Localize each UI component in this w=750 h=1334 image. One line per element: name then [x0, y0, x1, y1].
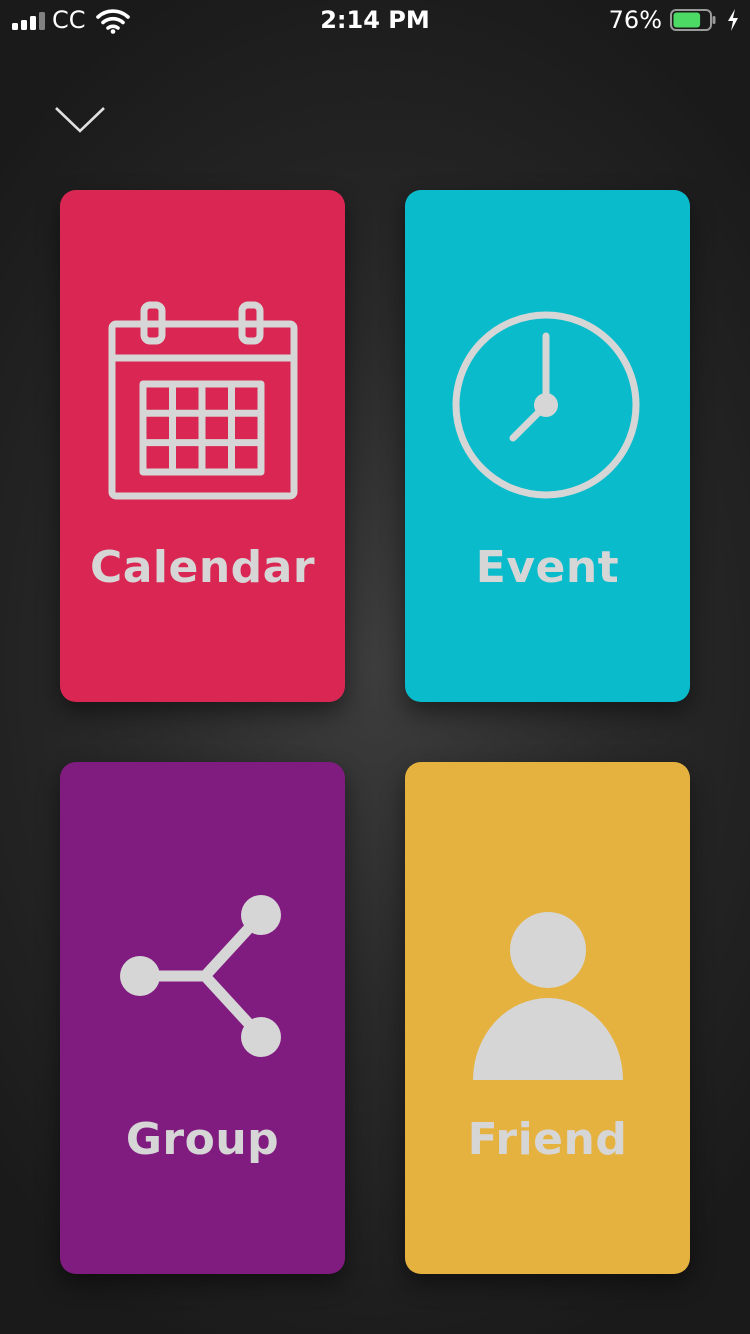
calendar-tile[interactable]: Calendar: [60, 190, 345, 702]
group-tile[interactable]: Group: [60, 762, 345, 1274]
event-tile-label: Event: [475, 542, 620, 593]
calendar-tile-label: Calendar: [89, 542, 316, 593]
friend-tile-label: Friend: [467, 1114, 628, 1165]
group-tile-label: Group: [125, 1114, 280, 1165]
battery-icon: [670, 9, 716, 31]
status-bar: CC 2:14 PM 76%: [0, 0, 750, 40]
friend-tile[interactable]: Friend: [405, 762, 690, 1274]
clock-icon: [452, 311, 640, 499]
charging-bolt-icon: [728, 9, 738, 31]
calendar-icon: [108, 301, 298, 500]
event-tile[interactable]: Event: [405, 190, 690, 702]
person-icon: [473, 912, 623, 1080]
battery-percent: 76%: [608, 6, 662, 34]
share-icon: [120, 895, 281, 1057]
chevron-down-icon: [55, 107, 105, 133]
collapse-button[interactable]: [50, 100, 110, 140]
